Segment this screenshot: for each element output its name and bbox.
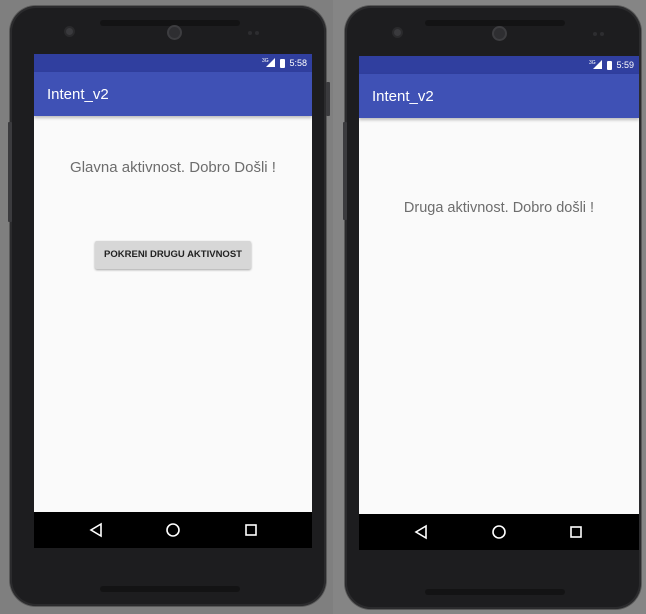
status-bar: 3G 5:58 xyxy=(34,54,312,72)
signal-icon: 3G xyxy=(262,57,276,69)
front-camera-icon xyxy=(494,28,505,39)
status-bar: 3G 5:59 xyxy=(359,56,639,74)
home-icon[interactable] xyxy=(491,524,507,540)
signal-icon: 3G xyxy=(589,59,603,71)
app-bar: Intent_v2 xyxy=(359,74,639,118)
recents-icon[interactable] xyxy=(568,524,584,540)
recents-icon[interactable] xyxy=(243,522,259,538)
navigation-bar xyxy=(34,512,312,548)
svg-text:3G: 3G xyxy=(589,60,596,66)
proximity-sensor-icon xyxy=(66,28,73,35)
back-icon[interactable] xyxy=(413,524,429,540)
battery-icon xyxy=(280,58,286,68)
speaker-grille xyxy=(100,20,240,26)
battery-icon xyxy=(607,60,613,70)
power-button[interactable] xyxy=(326,82,330,116)
bottom-speaker-grille xyxy=(425,589,565,595)
app-title: Intent_v2 xyxy=(47,86,109,103)
proximity-sensor-icon xyxy=(394,29,401,36)
light-sensor xyxy=(593,32,597,36)
light-sensor xyxy=(600,32,604,36)
home-icon[interactable] xyxy=(165,522,181,538)
screen-main-activity: 3G 5:58 Intent_v2 Glavna aktivnost. Dobr… xyxy=(34,54,312,548)
back-icon[interactable] xyxy=(88,522,104,538)
app-title: Intent_v2 xyxy=(372,88,434,105)
app-bar: Intent_v2 xyxy=(34,72,312,116)
bottom-speaker-grille xyxy=(100,586,240,592)
status-clock: 5:58 xyxy=(289,58,307,68)
start-second-activity-button[interactable]: POKRENI DRUGU AKTIVNOST xyxy=(95,241,251,269)
front-camera-icon xyxy=(169,27,180,38)
light-sensor xyxy=(248,31,252,35)
welcome-message: Druga aktivnost. Dobro došli ! xyxy=(403,200,595,216)
svg-text:3G: 3G xyxy=(262,58,269,64)
volume-button[interactable] xyxy=(8,122,12,222)
speaker-grille xyxy=(425,20,565,26)
screen-second-activity: 3G 5:59 Intent_v2 Druga aktivnost. Dobro… xyxy=(359,56,639,550)
status-clock: 5:59 xyxy=(616,60,634,70)
navigation-bar xyxy=(359,514,639,550)
volume-button[interactable] xyxy=(343,122,347,220)
welcome-message: Glavna aktivnost. Dobro Došli ! xyxy=(70,159,276,176)
light-sensor xyxy=(255,31,259,35)
